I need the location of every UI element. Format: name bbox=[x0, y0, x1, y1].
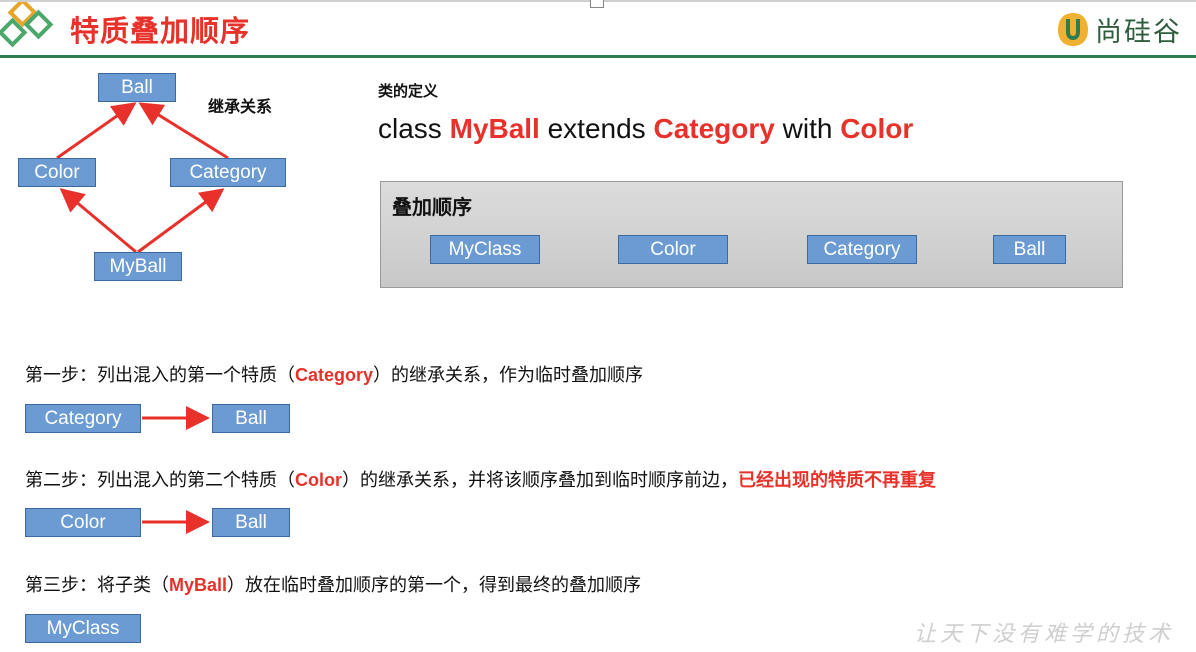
order-item-ball: Ball bbox=[993, 235, 1066, 264]
watermark: 让天下没有难学的技术 bbox=[913, 622, 1174, 647]
arrows-layer bbox=[56, 102, 987, 534]
step3-highlight: MyBall bbox=[169, 575, 228, 595]
class-definition: class MyBall extends Category with Color bbox=[378, 113, 913, 145]
order-item-color: Color bbox=[618, 235, 728, 264]
step1-post: ）的继承关系，作为临时叠加顺序 bbox=[373, 365, 644, 386]
arrow-myball-to-category bbox=[137, 188, 225, 254]
step2-pre: 第二步：列出混入的第二个特质（ bbox=[25, 470, 295, 491]
definition-label: 类的定义 bbox=[378, 82, 439, 100]
extended-trait: Category bbox=[653, 113, 775, 144]
step3-pre: 第三步：将子类（ bbox=[25, 575, 169, 596]
arrow-myball-to-color bbox=[59, 188, 137, 254]
step2-highlight: Color bbox=[295, 470, 342, 490]
class-keyword: class bbox=[378, 113, 450, 144]
step1-text: 第一步：列出混入的第一个特质（Category）的继承关系，作为临时叠加顺序 bbox=[25, 361, 643, 387]
node-category: Category bbox=[170, 158, 286, 187]
node-ball: Ball bbox=[98, 73, 176, 102]
order-item-myclass: MyClass bbox=[430, 235, 540, 264]
step2-text: 第二步：列出混入的第二个特质（Color）的继承关系，并将该顺序叠加到临时顺序前… bbox=[25, 466, 936, 492]
mixed-trait: Color bbox=[840, 113, 914, 144]
step2-item-color: Color bbox=[25, 508, 141, 537]
step1-item-ball: Ball bbox=[212, 404, 290, 433]
step2-emphasis: 已经出现的特质不再重复 bbox=[738, 470, 936, 491]
class-name: MyBall bbox=[449, 113, 540, 144]
step3-item-myclass: MyClass bbox=[25, 614, 141, 643]
step2-item-ball: Ball bbox=[212, 508, 290, 537]
with-keyword: with bbox=[774, 113, 841, 144]
node-myball: MyBall bbox=[94, 252, 182, 281]
extends-keyword: extends bbox=[539, 113, 654, 144]
step3-text: 第三步：将子类（MyBall）放在临时叠加顺序的第一个，得到最终的叠加顺序 bbox=[25, 571, 641, 597]
order-item-category: Category bbox=[807, 235, 917, 264]
order-title: 叠加顺序 bbox=[392, 195, 472, 219]
step3-post: ）放在临时叠加顺序的第一个，得到最终的叠加顺序 bbox=[227, 575, 642, 596]
arrow-color-to-ball bbox=[56, 102, 137, 160]
slide: 特质叠加顺序 尚硅谷 Ball Color Category MyBall 继承… bbox=[0, 0, 1196, 652]
inheritance-label: 继承关系 bbox=[208, 97, 273, 116]
step1-item-category: Category bbox=[25, 404, 141, 433]
step2-post: ）的继承关系，并将该顺序叠加到临时顺序前边， bbox=[342, 470, 738, 491]
step1-pre: 第一步：列出混入的第一个特质（ bbox=[25, 365, 295, 386]
step1-highlight: Category bbox=[295, 365, 374, 385]
node-color: Color bbox=[18, 158, 96, 187]
